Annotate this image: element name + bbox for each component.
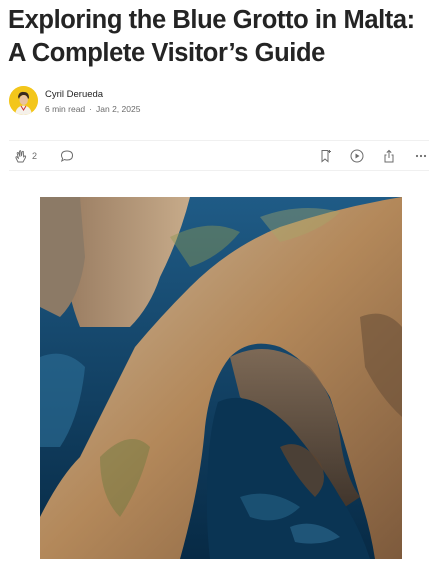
article-title-line-2: A Complete Visitor’s Guide	[8, 39, 325, 67]
clap-icon	[14, 149, 28, 163]
meta-separator: ·	[89, 104, 93, 114]
article-action-bar: 2	[9, 140, 429, 171]
publish-date: Jan 2, 2025	[96, 104, 141, 114]
comment-button[interactable]	[60, 149, 74, 163]
author-name[interactable]: Cyril Derueda	[45, 89, 103, 100]
article-meta: 6 min read · Jan 2, 2025	[45, 104, 140, 114]
clap-count: 2	[32, 151, 38, 161]
share-icon	[382, 149, 396, 163]
more-icon	[414, 149, 428, 163]
read-time: 6 min read	[45, 104, 86, 114]
play-icon	[350, 149, 364, 163]
clap-button[interactable]: 2	[14, 149, 37, 163]
avatar[interactable]	[9, 86, 38, 115]
hero-image	[40, 197, 402, 559]
article-title: Exploring the Blue Grotto in Malta: A Co…	[8, 4, 433, 70]
share-button[interactable]	[382, 149, 396, 163]
bookmark-button[interactable]	[319, 149, 332, 163]
comment-icon	[60, 149, 74, 163]
listen-button[interactable]	[350, 149, 364, 163]
author-byline: Cyril Derueda 6 min read · Jan 2, 2025	[9, 86, 429, 116]
bookmark-icon	[319, 149, 332, 163]
more-button[interactable]	[414, 149, 428, 163]
article-title-line-1: Exploring the Blue Grotto in Malta:	[8, 6, 415, 34]
